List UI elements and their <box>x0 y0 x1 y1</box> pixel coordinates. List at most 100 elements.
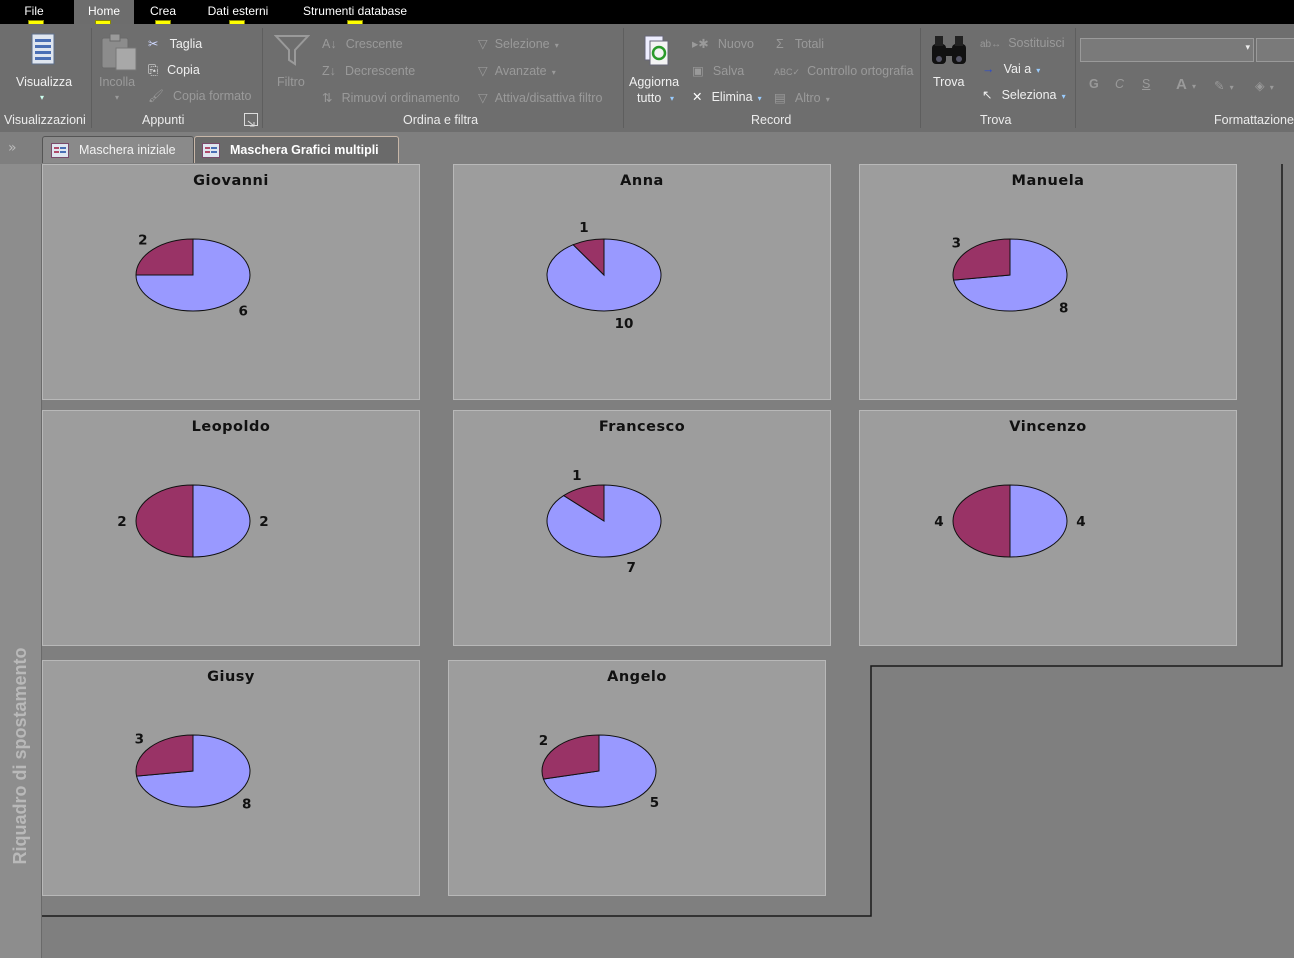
aggiorna-button[interactable] <box>640 32 674 72</box>
chart-panel: Giovanni 2 6 <box>42 164 420 400</box>
group-label-record: Record <box>751 113 792 127</box>
visualizza-dropdown-icon[interactable]: ▾ <box>40 93 44 102</box>
font-name-combobox[interactable]: ▾ <box>1080 38 1254 62</box>
altro-label: Altro <box>794 91 821 105</box>
vai-a-dropdown-icon: ▾ <box>1036 66 1041 75</box>
pie-chart: 44 <box>934 484 1086 558</box>
chart-panel: Giusy 3 8 <box>42 660 420 896</box>
group-label-ordina-filtra: Ordina e filtra <box>403 113 479 127</box>
taglia-button[interactable]: ✂ Taglia <box>148 33 202 52</box>
form-icon <box>202 143 220 158</box>
clear-sort-icon: ⇅ <box>322 91 333 105</box>
binoculars-icon <box>932 36 966 64</box>
avanzate-button[interactable]: ▽ Avanzate ▾ <box>478 60 556 79</box>
copia-formato-button[interactable]: 🖌 Copia formato <box>148 85 251 104</box>
pie-slice-a <box>192 484 251 558</box>
chart-panel: Anna 1 10 <box>453 164 831 400</box>
incolla-dropdown-icon[interactable]: ▾ <box>115 93 119 102</box>
refresh-icon <box>644 35 669 66</box>
elimina-dropdown-icon: ▾ <box>757 94 762 103</box>
vai-a-button[interactable]: → Vai a ▾ <box>982 58 1040 77</box>
nuovo-button[interactable]: ▸✱ Nuovo <box>692 33 754 52</box>
elimina-label: Elimina <box>711 90 753 104</box>
pie-label-a: 6 <box>239 303 248 319</box>
pie-chart: 26 <box>135 233 251 319</box>
tab-maschera-grafici-multipli[interactable]: Maschera Grafici multipli <box>194 136 399 163</box>
rimuovi-ordinamento-button[interactable]: ⇅ Rimuovi ordinamento <box>322 87 460 106</box>
pie-label-a: 5 <box>650 795 659 811</box>
controllo-ortografia-button[interactable]: ABC✓ Controllo ortografia <box>774 60 913 79</box>
altro-button[interactable]: ▤ Altro ▾ <box>774 87 830 106</box>
navigation-pane[interactable]: Riquadro di spostamento <box>0 164 42 958</box>
visualizza-button[interactable] <box>22 30 64 74</box>
italic-button[interactable]: C <box>1115 77 1124 91</box>
incolla-button[interactable] <box>98 32 142 74</box>
menu-file-label: File <box>24 4 44 18</box>
salva-button[interactable]: ▣ Salva <box>692 60 744 79</box>
chart-panel: Manuela 3 8 <box>859 164 1237 400</box>
elimina-button[interactable]: ✕ Elimina ▾ <box>692 86 762 105</box>
visualizza-label: Visualizza <box>16 75 73 89</box>
crescente-button[interactable]: A↓ Crescente <box>322 33 403 52</box>
filtro-button[interactable] <box>273 32 311 72</box>
sort-descending-icon: Z↓ <box>322 64 336 78</box>
attiva-filtro-label: Attiva/disattiva filtro <box>494 91 603 105</box>
trova-button[interactable] <box>930 32 968 70</box>
group-label-visualizzazioni: Visualizzazioni <box>4 113 86 127</box>
fill-color-button[interactable]: ◈ ▾ <box>1255 75 1274 94</box>
decrescente-button[interactable]: Z↓ Decrescente <box>322 60 415 79</box>
replace-icon: ab↔ <box>980 39 1002 50</box>
selezione-dropdown-icon: ▾ <box>554 41 559 50</box>
aggiorna-dropdown-icon[interactable]: ▾ <box>670 94 674 103</box>
group-label-trova: Trova <box>980 113 1012 127</box>
totali-button[interactable]: Σ Totali <box>776 33 824 52</box>
sigma-icon: Σ <box>776 37 784 51</box>
vai-a-label: Vai a <box>1003 62 1032 76</box>
pie-label-b: 1 <box>579 220 588 236</box>
copy-icon: ⎘ <box>148 63 159 77</box>
attiva-filtro-button[interactable]: ▽ Attiva/disattiva filtro <box>478 87 602 106</box>
highlight-button[interactable]: ✎ ▾ <box>1214 75 1234 94</box>
scissors-icon: ✂ <box>148 37 159 51</box>
tab-maschera-iniziale-label: Maschera iniziale <box>79 143 176 157</box>
group-separator <box>1075 28 1076 128</box>
controllo-ortografia-label: Controllo ortografia <box>807 64 914 78</box>
goto-arrow-icon: → <box>982 62 995 76</box>
sostituisci-button[interactable]: ab↔ Sostituisci <box>980 32 1065 51</box>
highlight-dropdown-icon: ▾ <box>1229 83 1234 92</box>
view-icon <box>31 33 55 65</box>
pie-slice-b <box>952 484 1011 558</box>
filter-icon <box>273 35 311 66</box>
tab-maschera-iniziale[interactable]: Maschera iniziale <box>42 136 194 163</box>
font-color-dropdown-icon: ▾ <box>1191 82 1196 91</box>
font-size-combobox[interactable] <box>1256 38 1294 62</box>
pie-slice-a <box>1009 484 1068 558</box>
avanzate-dropdown-icon: ▾ <box>551 68 556 77</box>
pie-label-a: 4 <box>1076 514 1085 530</box>
seleziona-button[interactable]: ↖ Seleziona ▾ <box>982 84 1066 103</box>
crescente-label: Crescente <box>345 37 403 51</box>
pie-chart: 25 <box>539 733 659 811</box>
underline-button[interactable]: S <box>1142 77 1150 91</box>
copia-button[interactable]: ⎘ Copia <box>148 59 200 78</box>
dialog-launcher-icon[interactable] <box>244 113 258 127</box>
pie-label-a: 8 <box>1059 301 1068 317</box>
pie-chart: 17 <box>546 468 662 576</box>
font-color-button[interactable]: A ▾ <box>1176 74 1196 93</box>
altro-dropdown-icon: ▾ <box>825 95 830 104</box>
expand-nav-icon[interactable]: » <box>8 140 17 156</box>
bold-button[interactable]: G <box>1089 77 1099 91</box>
chart-panel: Francesco 1 7 <box>453 410 831 646</box>
chart-panel: Angelo 2 5 <box>448 660 826 896</box>
pie-label-a: 2 <box>259 514 268 530</box>
pie-label-b: 2 <box>117 514 126 530</box>
paint-bucket-icon: ◈ <box>1255 79 1265 93</box>
sort-ascending-icon: A↓ <box>322 37 337 51</box>
pie-label-b: 3 <box>952 235 961 251</box>
group-separator <box>920 28 921 128</box>
menu-dati-esterni-label: Dati esterni <box>207 4 269 18</box>
selezione-button[interactable]: ▽ Selezione ▾ <box>478 33 559 52</box>
pie-label-a: 8 <box>242 797 251 813</box>
group-separator <box>91 28 92 128</box>
paste-icon <box>101 33 137 71</box>
